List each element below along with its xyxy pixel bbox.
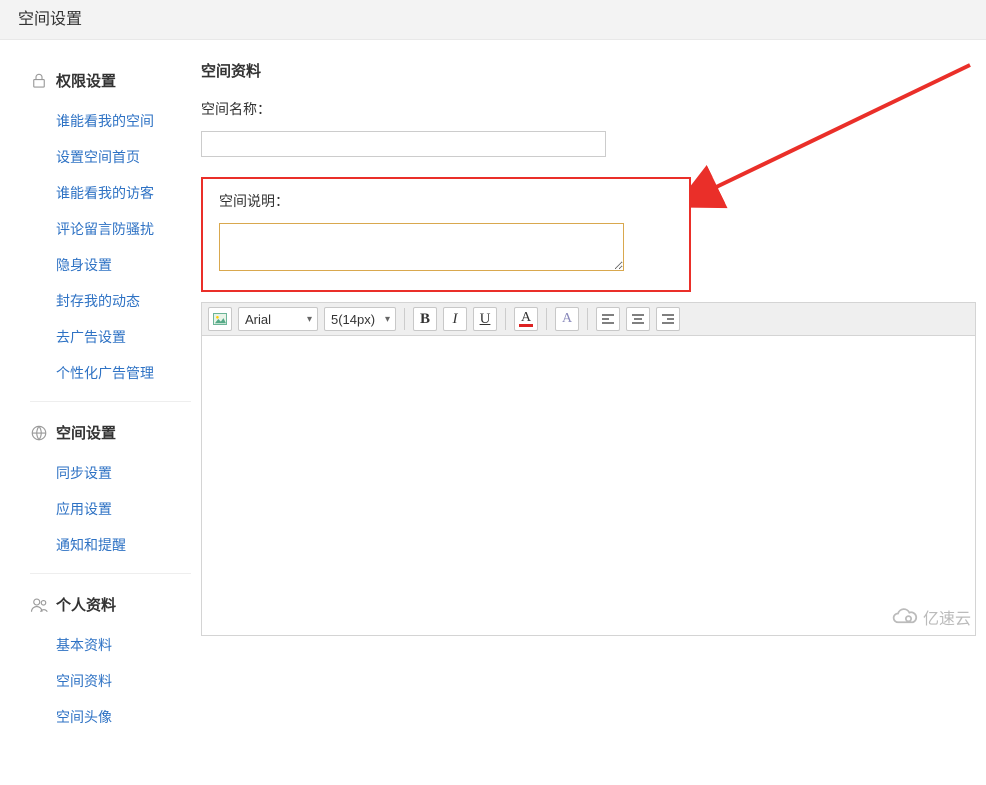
watermark-text: 亿速云 — [923, 605, 971, 629]
sidebar: 权限设置 谁能看我的空间 设置空间首页 谁能看我的访客 评论留言防骚扰 隐身设置… — [0, 40, 191, 785]
globe-icon — [30, 424, 48, 442]
align-left-icon — [601, 313, 615, 325]
editor-toolbar: Arial 5(14px) B I U A A — [201, 302, 976, 336]
sidebar-item[interactable]: 个性化广告管理 — [30, 355, 191, 391]
main-content: 空间资料 空间名称： 空间说明： Arial 5(14px) B I U A A — [191, 40, 986, 785]
font-family-select[interactable]: Arial — [238, 307, 318, 331]
watermark: 亿速云 — [891, 605, 971, 629]
align-right-button[interactable] — [656, 307, 680, 331]
sidebar-item[interactable]: 应用设置 — [30, 491, 191, 527]
page-title: 空间设置 — [18, 11, 82, 28]
bold-button[interactable]: B — [413, 307, 437, 331]
lock-icon — [30, 72, 48, 90]
highlight-box: 空间说明： — [201, 177, 691, 292]
align-center-icon — [631, 313, 645, 325]
sidebar-item[interactable]: 基本资料 — [30, 627, 191, 663]
sidebar-item[interactable]: 谁能看我的访客 — [30, 175, 191, 211]
toolbar-separator — [546, 308, 547, 330]
sidebar-item[interactable]: 空间资料 — [30, 663, 191, 699]
sidebar-item[interactable]: 隐身设置 — [30, 247, 191, 283]
sidebar-item[interactable]: 去广告设置 — [30, 319, 191, 355]
sidebar-item[interactable]: 封存我的动态 — [30, 283, 191, 319]
section-title: 个人资料 — [56, 594, 116, 615]
section-header-permissions: 权限设置 — [30, 70, 191, 91]
toolbar-separator — [404, 308, 405, 330]
section-title: 空间设置 — [56, 422, 116, 443]
toolbar-separator — [505, 308, 506, 330]
sidebar-item[interactable]: 通知和提醒 — [30, 527, 191, 563]
page-header: 空间设置 — [0, 0, 986, 40]
sidebar-item[interactable]: 设置空间首页 — [30, 139, 191, 175]
name-label: 空间名称： — [201, 99, 976, 119]
insert-image-button[interactable] — [208, 307, 232, 331]
desc-label: 空间说明： — [219, 191, 673, 211]
sidebar-item[interactable]: 评论留言防骚扰 — [30, 211, 191, 247]
cloud-icon — [891, 607, 919, 627]
underline-button[interactable]: U — [473, 307, 497, 331]
sidebar-item[interactable]: 谁能看我的空间 — [30, 103, 191, 139]
align-left-button[interactable] — [596, 307, 620, 331]
section-title: 权限设置 — [56, 70, 116, 91]
clear-format-button[interactable]: A — [555, 307, 579, 331]
font-color-button[interactable]: A — [514, 307, 538, 331]
space-desc-textarea[interactable] — [219, 223, 624, 271]
italic-button[interactable]: I — [443, 307, 467, 331]
rich-editor-area[interactable] — [201, 336, 976, 636]
toolbar-separator — [587, 308, 588, 330]
align-right-icon — [661, 313, 675, 325]
sidebar-item[interactable]: 同步设置 — [30, 455, 191, 491]
align-center-button[interactable] — [626, 307, 650, 331]
user-icon — [30, 596, 48, 614]
sidebar-item[interactable]: 空间头像 — [30, 699, 191, 735]
section-header-profile: 个人资料 — [30, 594, 191, 615]
space-name-input[interactable] — [201, 131, 606, 157]
font-size-select[interactable]: 5(14px) — [324, 307, 396, 331]
form-title: 空间资料 — [201, 60, 976, 81]
section-header-space: 空间设置 — [30, 422, 191, 443]
image-icon — [213, 313, 227, 325]
